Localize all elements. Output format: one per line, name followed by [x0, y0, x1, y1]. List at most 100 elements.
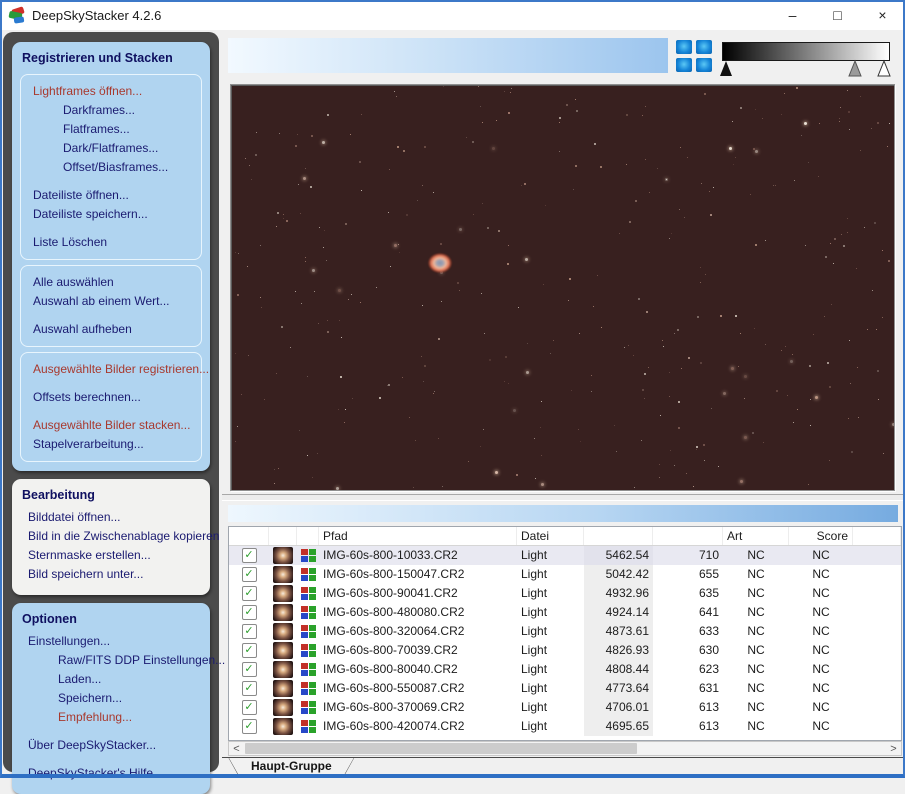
- sidebar-item[interactable]: DeepSkyStacker's Hilfe...: [22, 764, 200, 783]
- rgb-cell: [297, 679, 319, 698]
- sidebar-item[interactable]: Lightframes öffnen...: [27, 82, 195, 101]
- sidebar-item[interactable]: Bild in die Zwischenablage kopieren: [22, 527, 200, 546]
- table-row[interactable]: ✓IMG-60s-800-150047.CR2Light5042.42655NC…: [229, 565, 901, 584]
- star: [740, 107, 742, 109]
- star: [776, 390, 778, 392]
- star: [361, 114, 362, 115]
- sidebar-item[interactable]: Ausgewählte Bilder registrieren...: [27, 360, 195, 379]
- star: [594, 143, 596, 145]
- scroll-left-arrow[interactable]: <: [229, 742, 244, 755]
- star: [674, 465, 675, 466]
- star: [848, 418, 849, 419]
- row-checkbox[interactable]: ✓: [242, 548, 257, 563]
- sidebar-item[interactable]: Bild speichern unter...: [22, 565, 200, 584]
- table-row[interactable]: ✓IMG-60s-800-320064.CR2Light4873.61633NC…: [229, 622, 901, 641]
- sidebar-group-0-0: Lightframes öffnen...Darkframes...Flatfr…: [20, 74, 202, 260]
- table-row[interactable]: ✓IMG-60s-800-90041.CR2Light4932.96635NCN…: [229, 584, 901, 603]
- star: [281, 326, 283, 328]
- star: [323, 247, 324, 248]
- star: [735, 157, 736, 158]
- sidebar-item[interactable]: Dateiliste öffnen...: [27, 186, 195, 205]
- sidebar-item[interactable]: Dateiliste speichern...: [27, 205, 195, 224]
- sidebar-item[interactable]: Dark/Flatframes...: [27, 139, 195, 158]
- row-checkbox[interactable]: ✓: [242, 624, 257, 639]
- star: [755, 150, 758, 153]
- row-checkbox[interactable]: ✓: [242, 567, 257, 582]
- star: [669, 372, 670, 373]
- sidebar-item[interactable]: Ausgewählte Bilder stacken...: [27, 416, 195, 435]
- star: [534, 438, 535, 439]
- star: [688, 357, 690, 359]
- star: [849, 340, 850, 341]
- table-row[interactable]: ✓IMG-60s-800-80040.CR2Light4808.44623NCN…: [229, 660, 901, 679]
- row-checkbox[interactable]: ✓: [242, 700, 257, 715]
- sidebar-item[interactable]: Offset/Biasframes...: [27, 158, 195, 177]
- row-checkbox[interactable]: ✓: [242, 719, 257, 734]
- sidebar-item[interactable]: Empfehlung...: [22, 708, 200, 727]
- table-row[interactable]: ✓IMG-60s-800-370069.CR2Light4706.01613NC…: [229, 698, 901, 717]
- star: [642, 115, 643, 116]
- star: [644, 373, 646, 375]
- sidebar-item[interactable]: Auswahl aufheben: [27, 320, 195, 339]
- scrollbar-thumb[interactable]: [245, 743, 637, 754]
- four-pane-view-icon[interactable]: [676, 40, 712, 72]
- sidebar-item[interactable]: Speichern...: [22, 689, 200, 708]
- star: [867, 329, 868, 330]
- sidebar-item[interactable]: Bilddatei öffnen...: [22, 508, 200, 527]
- sidebar-item[interactable]: Flatframes...: [27, 120, 195, 139]
- sidebar-item[interactable]: Auswahl ab einem Wert...: [27, 292, 195, 311]
- star: [781, 350, 782, 351]
- table-row[interactable]: ✓IMG-60s-800-10033.CR2Light5462.54710NCN…: [229, 546, 901, 565]
- sidebar-item[interactable]: Laden...: [22, 670, 200, 689]
- sidebar-item[interactable]: Liste Löschen: [27, 233, 195, 252]
- art-cell: NC: [723, 565, 789, 584]
- row-checkbox[interactable]: ✓: [242, 605, 257, 620]
- close-button[interactable]: ×: [860, 0, 905, 30]
- sidebar-item[interactable]: Über DeepSkyStacker...: [22, 736, 200, 755]
- minimize-button[interactable]: –: [770, 0, 815, 30]
- table-row[interactable]: ✓IMG-60s-800-550087.CR2Light4773.64631NC…: [229, 679, 901, 698]
- row-checkbox[interactable]: ✓: [242, 662, 257, 677]
- tab-main-group[interactable]: Haupt-Gruppe: [228, 757, 355, 775]
- sidebar-item[interactable]: Offsets berechnen...: [27, 388, 195, 407]
- sidebar: Registrieren und StackenLightframes öffn…: [3, 32, 219, 772]
- sidebar-panel-1: BearbeitungBilddatei öffnen...Bild in di…: [12, 479, 210, 595]
- table-row[interactable]: ✓IMG-60s-800-70039.CR2Light4826.93630NCN…: [229, 641, 901, 660]
- star: [731, 367, 734, 370]
- star: [399, 252, 400, 253]
- star: [754, 328, 755, 329]
- sidebar-item[interactable]: Sternmaske erstellen...: [22, 546, 200, 565]
- table-row[interactable]: ✓IMG-60s-800-480080.CR2Light4924.14641NC…: [229, 603, 901, 622]
- row-checkbox[interactable]: ✓: [242, 586, 257, 601]
- scroll-right-arrow[interactable]: >: [886, 742, 901, 755]
- rgb-channels-icon: [301, 701, 316, 715]
- table-row[interactable]: ✓IMG-60s-800-420074.CR2Light4695.65613NC…: [229, 717, 901, 736]
- star: [847, 218, 848, 219]
- star: [283, 218, 284, 219]
- star: [626, 164, 627, 165]
- splitter-bar[interactable]: [222, 494, 905, 501]
- horizontal-scrollbar[interactable]: < >: [228, 741, 902, 756]
- file-list-header[interactable]: PfadDateiArtScore: [229, 527, 901, 546]
- star: [781, 114, 782, 115]
- file-name-cell: IMG-60s-800-90041.CR2: [319, 584, 517, 603]
- levels-slider[interactable]: [716, 59, 898, 79]
- score-cell: NC: [789, 603, 853, 622]
- file-list: PfadDateiArtScore ✓IMG-60s-800-10033.CR2…: [228, 526, 902, 741]
- sidebar-item[interactable]: Darkframes...: [27, 101, 195, 120]
- score-value-cell: 4924.14: [584, 603, 653, 622]
- sidebar-item[interactable]: Raw/FITS DDP Einstellungen...: [22, 651, 200, 670]
- file-name-cell: IMG-60s-800-150047.CR2: [319, 565, 517, 584]
- frame-thumbnail: [273, 585, 293, 602]
- sidebar-item[interactable]: Stapelverarbeitung...: [27, 435, 195, 454]
- row-checkbox[interactable]: ✓: [242, 681, 257, 696]
- maximize-button[interactable]: □: [815, 0, 860, 30]
- star: [442, 486, 443, 487]
- row-checkbox[interactable]: ✓: [242, 643, 257, 658]
- star: [775, 185, 776, 186]
- checkbox-cell: ✓: [229, 565, 269, 584]
- star: [669, 238, 670, 239]
- star: [440, 243, 442, 245]
- sidebar-item[interactable]: Alle auswählen: [27, 273, 195, 292]
- sidebar-item[interactable]: Einstellungen...: [22, 632, 200, 651]
